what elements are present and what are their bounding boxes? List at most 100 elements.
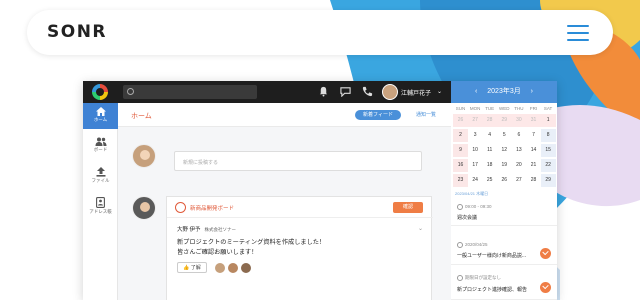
post-input[interactable]: 新規に投稿する bbox=[174, 151, 422, 171]
sidebar-item-address-book[interactable]: アドレス帳 bbox=[83, 193, 118, 219]
weekday-label: SAT bbox=[543, 106, 553, 111]
post-message-line: 皆さんご確認お願いします！ bbox=[177, 249, 258, 256]
sidebar-item-label: ファイル bbox=[91, 178, 110, 183]
calendar-day[interactable]: 27 bbox=[467, 114, 483, 127]
avatar[interactable] bbox=[227, 262, 239, 274]
bell-icon[interactable] bbox=[318, 86, 329, 97]
calendar-day[interactable]: 10 bbox=[468, 144, 483, 157]
weekday-label: FRI bbox=[529, 106, 538, 111]
event-time: 期限日が設定なし bbox=[465, 275, 501, 280]
author-name[interactable]: 大野 伊予 bbox=[177, 227, 201, 233]
calendar-day[interactable]: 25 bbox=[482, 174, 497, 187]
sidebar-item-label: ホーム bbox=[93, 117, 108, 122]
sidebar: ホーム ボード ファイル アドレス帳 bbox=[83, 103, 118, 300]
calendar-day[interactable]: 8 bbox=[540, 129, 556, 142]
post-message: 新プロジェクトのミーティング資料を作成しました！ 皆さんご確認お願いします！ bbox=[177, 238, 325, 258]
selected-date: 2023/04/21 木曜日 bbox=[455, 191, 489, 196]
event-item[interactable]: 09:00 - 09:30 週次会議 bbox=[451, 199, 557, 226]
prev-month-button[interactable]: ‹ bbox=[475, 81, 477, 103]
next-month-button[interactable]: › bbox=[531, 81, 533, 103]
calendar-day[interactable]: 11 bbox=[482, 144, 497, 157]
search-icon bbox=[127, 88, 134, 95]
board-icon bbox=[175, 202, 186, 213]
calendar-day[interactable]: 22 bbox=[540, 159, 556, 172]
chevron-down-icon[interactable]: ⌄ bbox=[418, 225, 423, 232]
sonr-logo[interactable]: SONR bbox=[47, 22, 107, 42]
acknowledge-button[interactable]: 👍 了解 bbox=[177, 262, 207, 273]
compose-area: 新規に投稿する bbox=[132, 141, 432, 171]
event-item[interactable]: 2020/04/25 一般ユーザー様向け新商品説... bbox=[451, 235, 557, 265]
weekday-label: THU bbox=[514, 106, 524, 111]
chat-icon[interactable] bbox=[340, 86, 351, 97]
calendar-day[interactable]: 17 bbox=[468, 159, 483, 172]
sidebar-item-label: ボード bbox=[93, 147, 108, 152]
chevron-down-icon[interactable]: ⌄ bbox=[437, 88, 442, 95]
clock-icon bbox=[457, 204, 463, 210]
calendar-day[interactable]: 15 bbox=[540, 144, 556, 157]
calendar-day[interactable]: 6 bbox=[511, 129, 526, 142]
weekday-label: MON bbox=[469, 106, 481, 111]
calendar-day[interactable]: 13 bbox=[511, 144, 526, 157]
weekday-label: WED bbox=[499, 106, 510, 111]
sidebar-item-files[interactable]: ファイル bbox=[83, 163, 118, 189]
app-header: 江輔戸花子 ⌄ bbox=[83, 81, 451, 103]
calendar-day[interactable]: 21 bbox=[526, 159, 541, 172]
calendar-day[interactable]: 28 bbox=[526, 174, 541, 187]
event-item[interactable]: 期限日が設定なし 新プロジェクト進捗確認、報告 bbox=[451, 269, 557, 300]
thumbs-up-icon: 👍 bbox=[183, 265, 190, 271]
calendar-day[interactable]: 16 bbox=[453, 159, 468, 172]
calendar-day[interactable]: 24 bbox=[468, 174, 483, 187]
calendar-header: ‹ 2023年3月 › bbox=[451, 81, 557, 103]
avatar bbox=[132, 144, 156, 168]
calendar-day[interactable]: 26 bbox=[453, 114, 468, 127]
calendar-day[interactable]: 12 bbox=[497, 144, 512, 157]
calendar-day[interactable]: 14 bbox=[526, 144, 541, 157]
calendar-day[interactable]: 31 bbox=[526, 114, 541, 127]
calendar-day[interactable]: 9 bbox=[453, 144, 468, 157]
app-logo-icon[interactable] bbox=[92, 84, 108, 100]
address-book-icon bbox=[96, 197, 105, 208]
app-screenshot: 江輔戸花子 ⌄ ホーム ボード ファイル アドレス帳 ホーム 新着フィード 通知… bbox=[83, 81, 557, 300]
calendar-day[interactable]: 2 bbox=[453, 129, 468, 142]
avatar[interactable] bbox=[382, 84, 398, 100]
tab-notifications[interactable]: 通知一覧 bbox=[408, 110, 444, 120]
event-time: 2020/04/25 bbox=[465, 242, 488, 247]
tab-new-feed[interactable]: 新着フィード bbox=[355, 110, 401, 120]
user-name[interactable]: 江輔戸花子 bbox=[401, 88, 431, 97]
calendar-day[interactable]: 26 bbox=[497, 174, 512, 187]
calendar-day[interactable]: 29 bbox=[496, 114, 512, 127]
sidebar-item-board[interactable]: ボード bbox=[83, 133, 118, 159]
calendar-day[interactable]: 4 bbox=[482, 129, 497, 142]
calendar-day[interactable]: 23 bbox=[453, 174, 468, 187]
calendar-day[interactable]: 7 bbox=[526, 129, 541, 142]
phone-icon[interactable] bbox=[362, 86, 373, 97]
confirm-button[interactable]: 確認 bbox=[393, 202, 423, 213]
calendar-title: 2023年3月 bbox=[487, 88, 521, 95]
author-company: 株式会社ソナー bbox=[204, 227, 237, 232]
feed-post-card: 新商品開発ボード 確認 大野 伊予 株式会社ソナー ⌄ 新プロジェクトのミーティン… bbox=[166, 196, 433, 300]
calendar-day[interactable]: 5 bbox=[497, 129, 512, 142]
calendar-day[interactable]: 19 bbox=[497, 159, 512, 172]
calendar-day[interactable]: 28 bbox=[482, 114, 498, 127]
avatar[interactable] bbox=[214, 262, 226, 274]
home-tab-bar: ホーム 新着フィード 通知一覧 bbox=[118, 103, 451, 127]
site-header: SONR bbox=[27, 10, 613, 55]
menu-icon[interactable] bbox=[567, 25, 589, 41]
check-icon[interactable] bbox=[540, 282, 551, 293]
clock-icon bbox=[457, 275, 463, 281]
calendar-day[interactable]: 27 bbox=[511, 174, 526, 187]
board-link[interactable]: 新商品開発ボード bbox=[190, 204, 234, 212]
calendar-day[interactable]: 30 bbox=[511, 114, 527, 127]
sidebar-item-label: アドレス帳 bbox=[89, 209, 112, 214]
search-input[interactable] bbox=[123, 85, 257, 99]
avatar[interactable] bbox=[240, 262, 252, 274]
check-icon[interactable] bbox=[540, 248, 551, 259]
calendar-day[interactable]: 1 bbox=[540, 114, 556, 127]
calendar-day[interactable]: 18 bbox=[482, 159, 497, 172]
upload-icon bbox=[96, 167, 105, 177]
calendar-day[interactable]: 29 bbox=[540, 174, 556, 187]
calendar-day[interactable]: 3 bbox=[468, 129, 483, 142]
calendar-day[interactable]: 20 bbox=[511, 159, 526, 172]
clock-icon bbox=[457, 242, 463, 248]
sidebar-item-home[interactable]: ホーム bbox=[83, 103, 118, 129]
